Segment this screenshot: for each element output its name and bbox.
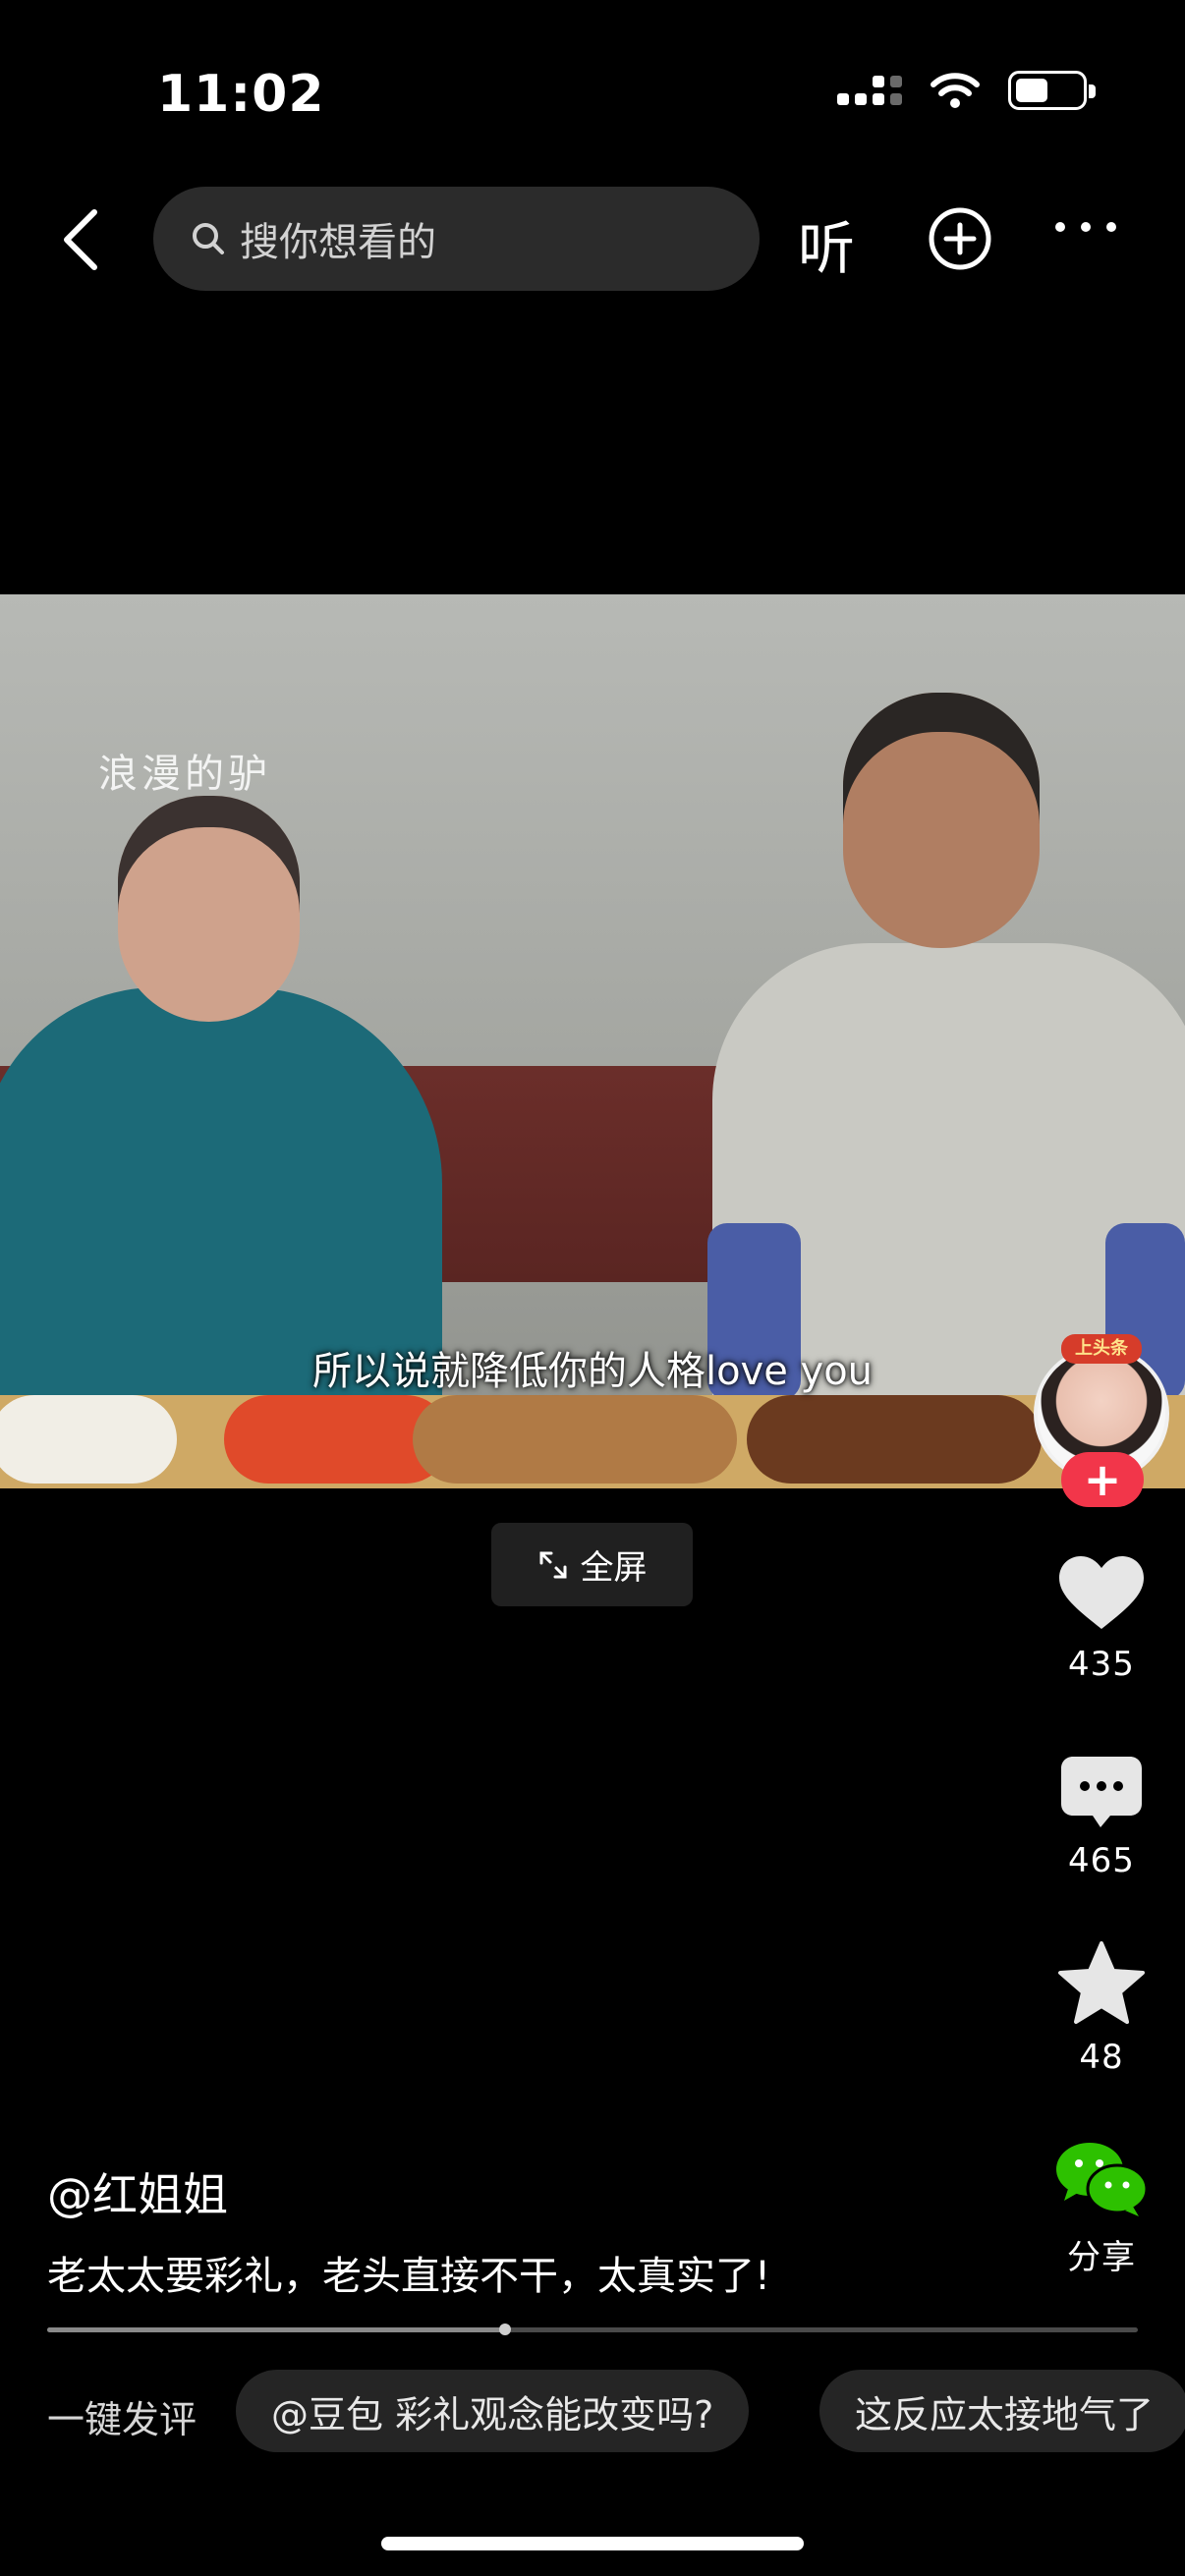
fullscreen-label: 全屏	[580, 1548, 648, 1588]
home-indicator[interactable]	[381, 2537, 804, 2550]
video-food-chicken	[413, 1395, 737, 1484]
more-options-button[interactable]	[1055, 222, 1116, 232]
more-dot-icon	[1081, 222, 1091, 232]
favorite-count: 48	[1079, 2038, 1124, 2077]
plus-circle-icon	[929, 207, 991, 270]
quick-comment-label: 一键发评	[47, 2398, 198, 2441]
quick-comment-chip[interactable]: 这反应太接地气了	[819, 2370, 1185, 2452]
expand-icon	[539, 1551, 566, 1578]
chevron-left-icon	[64, 209, 97, 270]
more-dot-icon	[1055, 222, 1065, 232]
add-button[interactable]	[928, 206, 992, 275]
fullscreen-button[interactable]: 全屏	[491, 1523, 693, 1606]
star-icon	[1058, 1941, 1145, 2024]
wifi-icon	[931, 73, 980, 108]
video-progress-fill	[47, 2327, 506, 2332]
comment-button[interactable]: 465	[1028, 1755, 1175, 1880]
avatar-badge: 上头条	[1061, 1334, 1142, 1364]
wechat-icon	[1056, 2143, 1149, 2216]
status-icons	[837, 71, 1096, 110]
more-dot-icon	[1106, 222, 1116, 232]
video-watermark: 浪漫的驴	[98, 752, 271, 797]
comment-count: 465	[1068, 1841, 1135, 1880]
share-label: 分享	[1067, 2238, 1136, 2277]
listen-button[interactable]: 听	[798, 202, 855, 285]
battery-icon	[1008, 71, 1096, 110]
share-button[interactable]: 分享	[1028, 2140, 1175, 2278]
follow-button[interactable]: +	[1061, 1452, 1144, 1507]
video-player[interactable]: 浪漫的驴 所以说就降低你的人格love you	[0, 594, 1185, 1488]
comment-bubble-icon	[1061, 1757, 1142, 1827]
search-input[interactable]: 搜你想看的	[153, 187, 760, 291]
search-placeholder: 搜你想看的	[240, 220, 436, 265]
video-person-man-head	[843, 693, 1040, 948]
search-icon	[193, 223, 224, 254]
favorite-button[interactable]: 48	[1028, 1941, 1175, 2077]
video-person-woman-head	[118, 796, 300, 1022]
back-button[interactable]	[45, 196, 116, 283]
video-subtitle: 所以说就降低你的人格love you	[311, 1349, 874, 1394]
video-food-plate	[0, 1395, 177, 1484]
video-food-dish	[747, 1395, 1042, 1484]
author-name[interactable]: @红姐姐	[47, 2159, 228, 2224]
cellular-signal-icon	[837, 76, 902, 105]
video-progress-bar[interactable]	[47, 2324, 1138, 2335]
quick-comment-chip[interactable]: @豆包 彩礼观念能改变吗?	[236, 2370, 750, 2452]
status-time: 11:02	[157, 65, 325, 124]
video-caption: 老太太要彩礼，老头直接不干，太真实了!	[47, 2254, 771, 2299]
heart-icon	[1059, 1556, 1144, 1629]
video-progress-handle[interactable]	[499, 2324, 512, 2335]
like-count: 435	[1068, 1645, 1135, 1684]
like-button[interactable]: 435	[1028, 1554, 1175, 1684]
